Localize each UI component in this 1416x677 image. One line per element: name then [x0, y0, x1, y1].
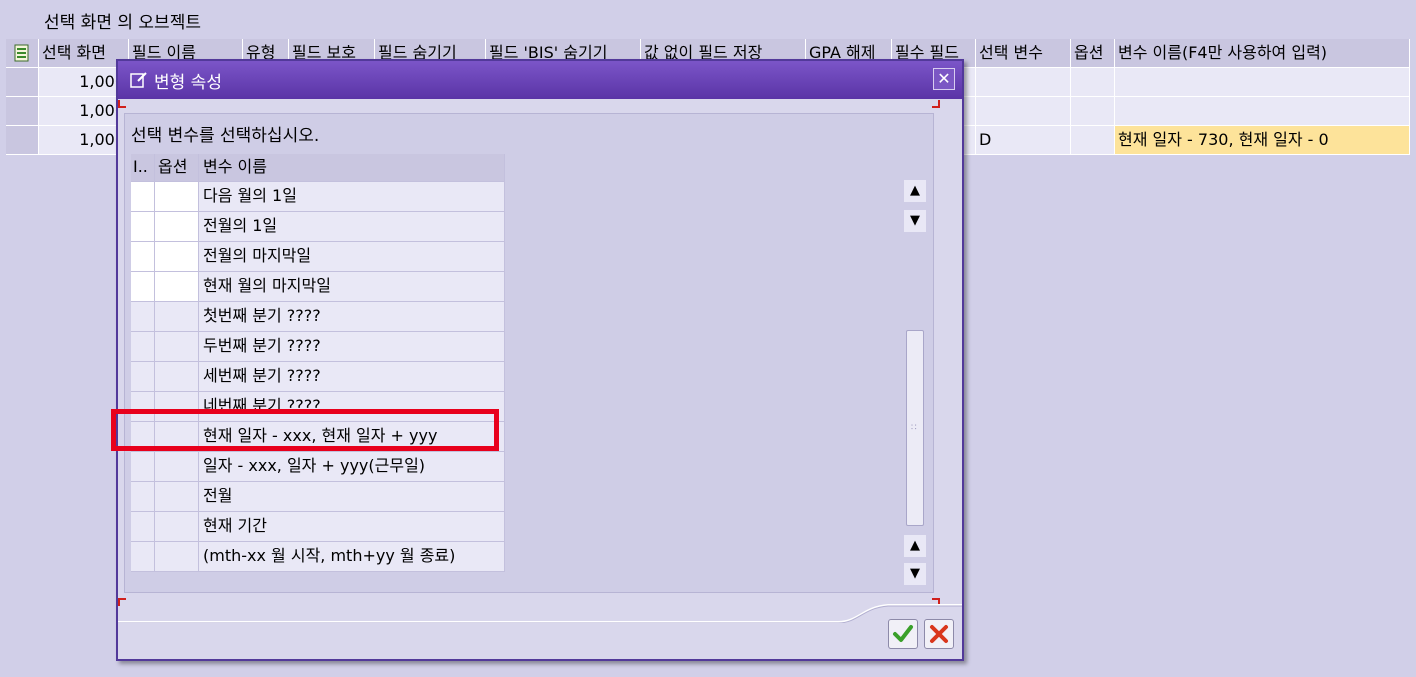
- sel-var-cell[interactable]: [976, 97, 1071, 126]
- scroll-down-button[interactable]: ▼: [904, 210, 926, 232]
- variable-name-cell[interactable]: 전월의 마지막일: [199, 242, 505, 272]
- instruction-text: 선택 변수를 선택하십시오.: [131, 126, 320, 146]
- grip-icon: ∷: [911, 423, 917, 433]
- row-i-cell[interactable]: [131, 512, 155, 542]
- variable-row[interactable]: 전월의 마지막일: [131, 242, 505, 272]
- variable-row[interactable]: 전월: [131, 482, 505, 512]
- triangle-up-icon: ▲: [910, 538, 920, 553]
- variable-row[interactable]: 전월의 1일: [131, 212, 505, 242]
- row-i-cell[interactable]: [131, 182, 155, 212]
- dialog-title: 변형 속성: [154, 73, 222, 93]
- variable-row[interactable]: 현재 월의 마지막일: [131, 272, 505, 302]
- variable-row[interactable]: 세번째 분기 ????: [131, 362, 505, 392]
- option-cell[interactable]: [1071, 126, 1115, 155]
- row-option-cell[interactable]: [155, 542, 199, 572]
- row-i-cell[interactable]: [131, 302, 155, 332]
- close-icon: ✕: [937, 69, 951, 88]
- scroll-up-button[interactable]: ▲: [904, 180, 926, 202]
- footer-divider: [118, 604, 962, 623]
- var-name-cell[interactable]: [1115, 68, 1410, 97]
- col-header-var-name[interactable]: 변수 이름: [199, 154, 505, 182]
- variable-table-header: I.. 옵션 변수 이름: [131, 154, 505, 184]
- row-option-cell[interactable]: [155, 302, 199, 332]
- variant-attributes-dialog: 변형 속성 ✕ 선택 변수를 선택하십시오. I.. 옵션 변수 이름 다음 월…: [116, 59, 964, 661]
- row-option-cell[interactable]: [155, 332, 199, 362]
- variable-name-cell[interactable]: 전월: [199, 482, 505, 512]
- variable-row[interactable]: (mth-xx 월 시작, mth+yy 월 종료): [131, 542, 505, 572]
- row-i-cell[interactable]: [131, 452, 155, 482]
- option-cell[interactable]: [1071, 97, 1115, 126]
- variable-name-cell[interactable]: 전월의 1일: [199, 212, 505, 242]
- row-select-button[interactable]: [6, 68, 39, 97]
- var-name-cell[interactable]: 현재 일자 - 730, 현재 일자 - 0: [1115, 126, 1410, 155]
- variable-name-cell[interactable]: 두번째 분기 ????: [199, 332, 505, 362]
- row-option-cell[interactable]: [155, 212, 199, 242]
- row-option-cell[interactable]: [155, 452, 199, 482]
- variable-row[interactable]: 다음 월의 1일: [131, 182, 505, 212]
- col-header-i[interactable]: I..: [131, 154, 155, 182]
- dialog-titlebar[interactable]: 변형 속성 ✕: [118, 61, 962, 99]
- corner-mark: [118, 100, 126, 108]
- page-title: 선택 화면 의 오브젝트: [44, 13, 201, 33]
- cancel-button[interactable]: [924, 619, 954, 649]
- col-header-option[interactable]: 옵션: [1071, 39, 1115, 68]
- close-button[interactable]: ✕: [933, 68, 955, 90]
- page-up-button[interactable]: ▲: [904, 535, 926, 557]
- dialog-edit-icon: [130, 71, 148, 93]
- page-down-button[interactable]: ▼: [904, 563, 926, 585]
- vertical-scrollbar[interactable]: ▲ ▼ ∷ ▲ ▼: [904, 180, 926, 588]
- option-cell[interactable]: [1071, 68, 1115, 97]
- row-i-cell[interactable]: [131, 212, 155, 242]
- scroll-thumb[interactable]: ∷: [906, 330, 924, 526]
- row-i-cell[interactable]: [131, 542, 155, 572]
- triangle-down-icon: ▼: [910, 213, 920, 228]
- row-i-cell[interactable]: [131, 332, 155, 362]
- row-option-cell[interactable]: [155, 182, 199, 212]
- row-i-cell[interactable]: [131, 482, 155, 512]
- var-name-cell[interactable]: [1115, 97, 1410, 126]
- variable-name-cell[interactable]: (mth-xx 월 시작, mth+yy 월 종료): [199, 542, 505, 572]
- variable-name-cell[interactable]: 일자 - xxx, 일자 + yyy(근무일): [199, 452, 505, 482]
- col-header-var-name[interactable]: 변수 이름(F4만 사용하여 입력): [1115, 39, 1410, 68]
- variable-name-cell[interactable]: 다음 월의 1일: [199, 182, 505, 212]
- row-i-cell[interactable]: [131, 362, 155, 392]
- row-i-cell[interactable]: [131, 272, 155, 302]
- variable-name-cell[interactable]: 현재 기간: [199, 512, 505, 542]
- variable-name-cell[interactable]: 현재 월의 마지막일: [199, 272, 505, 302]
- row-option-cell[interactable]: [155, 272, 199, 302]
- checkmark-icon: [893, 625, 913, 642]
- cancel-x-icon: [930, 625, 948, 643]
- variable-row[interactable]: 첫번째 분기 ????: [131, 302, 505, 332]
- row-select-button[interactable]: [6, 126, 39, 155]
- annotation-highlight-box: [111, 409, 499, 451]
- row-option-cell[interactable]: [155, 242, 199, 272]
- select-all-icon[interactable]: [6, 39, 39, 68]
- row-option-cell[interactable]: [155, 512, 199, 542]
- variable-row[interactable]: 현재 기간: [131, 512, 505, 542]
- triangle-up-icon: ▲: [910, 183, 920, 198]
- col-header-option[interactable]: 옵션: [155, 154, 199, 182]
- variable-name-cell[interactable]: 세번째 분기 ????: [199, 362, 505, 392]
- variable-row[interactable]: 일자 - xxx, 일자 + yyy(근무일): [131, 452, 505, 482]
- corner-mark: [932, 100, 940, 108]
- dialog-content: 선택 변수를 선택하십시오. I.. 옵션 변수 이름 다음 월의 1일 전월의 …: [118, 100, 940, 606]
- row-i-cell[interactable]: [131, 242, 155, 272]
- row-option-cell[interactable]: [155, 362, 199, 392]
- row-select-button[interactable]: [6, 97, 39, 126]
- row-option-cell[interactable]: [155, 482, 199, 512]
- confirm-button[interactable]: [888, 619, 918, 649]
- sel-var-cell[interactable]: [976, 68, 1071, 97]
- triangle-down-icon: ▼: [910, 566, 920, 581]
- col-header-sel-var[interactable]: 선택 변수: [976, 39, 1071, 68]
- variable-row[interactable]: 두번째 분기 ????: [131, 332, 505, 362]
- sel-var-cell[interactable]: D: [976, 126, 1071, 155]
- variable-name-cell[interactable]: 첫번째 분기 ????: [199, 302, 505, 332]
- scroll-track[interactable]: ∷: [906, 280, 924, 526]
